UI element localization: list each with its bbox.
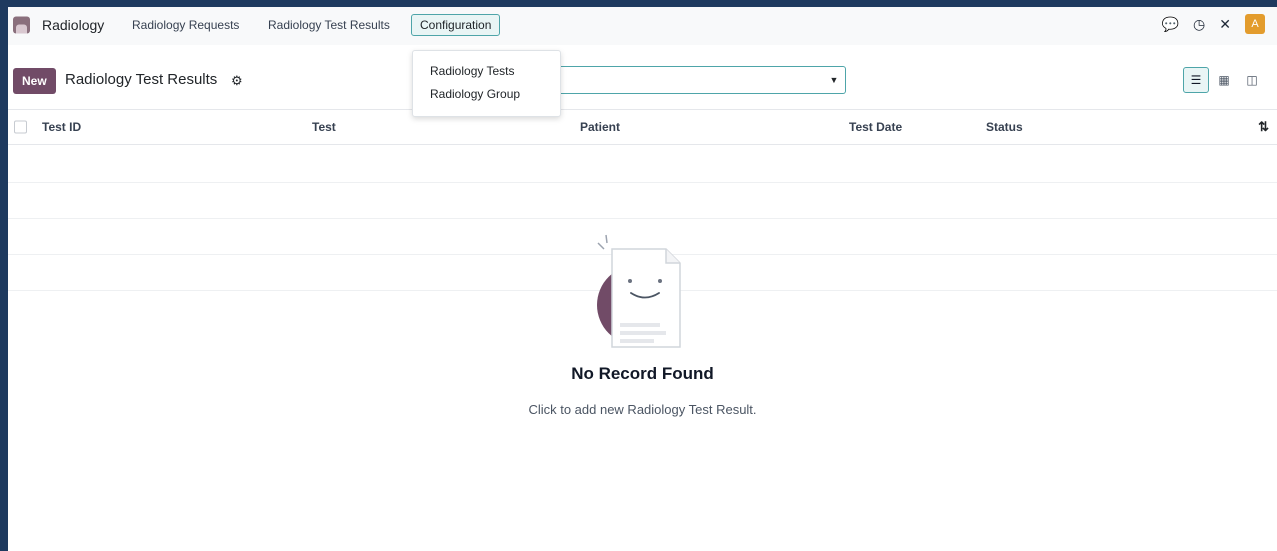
menu-item-radiology-group[interactable]: Radiology Group: [413, 82, 560, 105]
column-settings-icon[interactable]: ⇅: [1258, 119, 1269, 135]
table-header: Test ID Test Patient Test Date Status ⇅: [8, 109, 1277, 145]
app-window: Radiology Radiology Requests Radiology T…: [8, 7, 1277, 551]
menu-radiology-test-results[interactable]: Radiology Test Results: [268, 18, 390, 32]
column-patient[interactable]: Patient: [580, 120, 620, 134]
column-test[interactable]: Test: [312, 120, 336, 134]
caret-down-icon[interactable]: ▼: [823, 67, 845, 93]
empty-state-subtitle[interactable]: Click to add new Radiology Test Result.: [8, 402, 1277, 417]
menu-radiology-requests[interactable]: Radiology Requests: [132, 18, 239, 32]
column-test-date[interactable]: Test Date: [849, 120, 902, 134]
column-test-id[interactable]: Test ID: [42, 120, 81, 134]
view-switcher: ☰ ▦ ◫: [1183, 67, 1265, 93]
menu-configuration[interactable]: Configuration: [411, 14, 501, 36]
search-input[interactable]: ▼: [561, 66, 846, 94]
app-name[interactable]: Radiology: [42, 17, 104, 33]
menu-item-radiology-tests[interactable]: Radiology Tests: [413, 59, 560, 82]
page-title: Radiology Test Results: [65, 71, 218, 88]
app-icon[interactable]: [13, 16, 30, 34]
row-divider: [8, 182, 1277, 183]
configuration-dropdown: Radiology Tests Radiology Group: [412, 50, 561, 117]
gear-icon[interactable]: ⚙: [231, 73, 243, 89]
select-all-checkbox[interactable]: [14, 120, 27, 134]
tools-icon[interactable]: ✕: [1219, 17, 1231, 31]
avatar[interactable]: A: [1245, 14, 1265, 34]
chat-icon[interactable]: 💬: [1162, 17, 1179, 31]
column-status[interactable]: Status: [986, 120, 1023, 134]
new-button[interactable]: New: [13, 68, 56, 94]
empty-document-illustration: [597, 234, 681, 348]
row-divider: [8, 218, 1277, 219]
systray: 💬 ◷ ✕ A: [1162, 14, 1265, 34]
pivot-view-icon[interactable]: ◫: [1239, 67, 1265, 93]
clock-icon[interactable]: ◷: [1193, 17, 1205, 31]
top-navbar: Radiology Radiology Requests Radiology T…: [8, 7, 1277, 45]
list-view-icon[interactable]: ☰: [1183, 67, 1209, 93]
empty-state-title: No Record Found: [571, 364, 714, 383]
calendar-view-icon[interactable]: ▦: [1211, 67, 1237, 93]
